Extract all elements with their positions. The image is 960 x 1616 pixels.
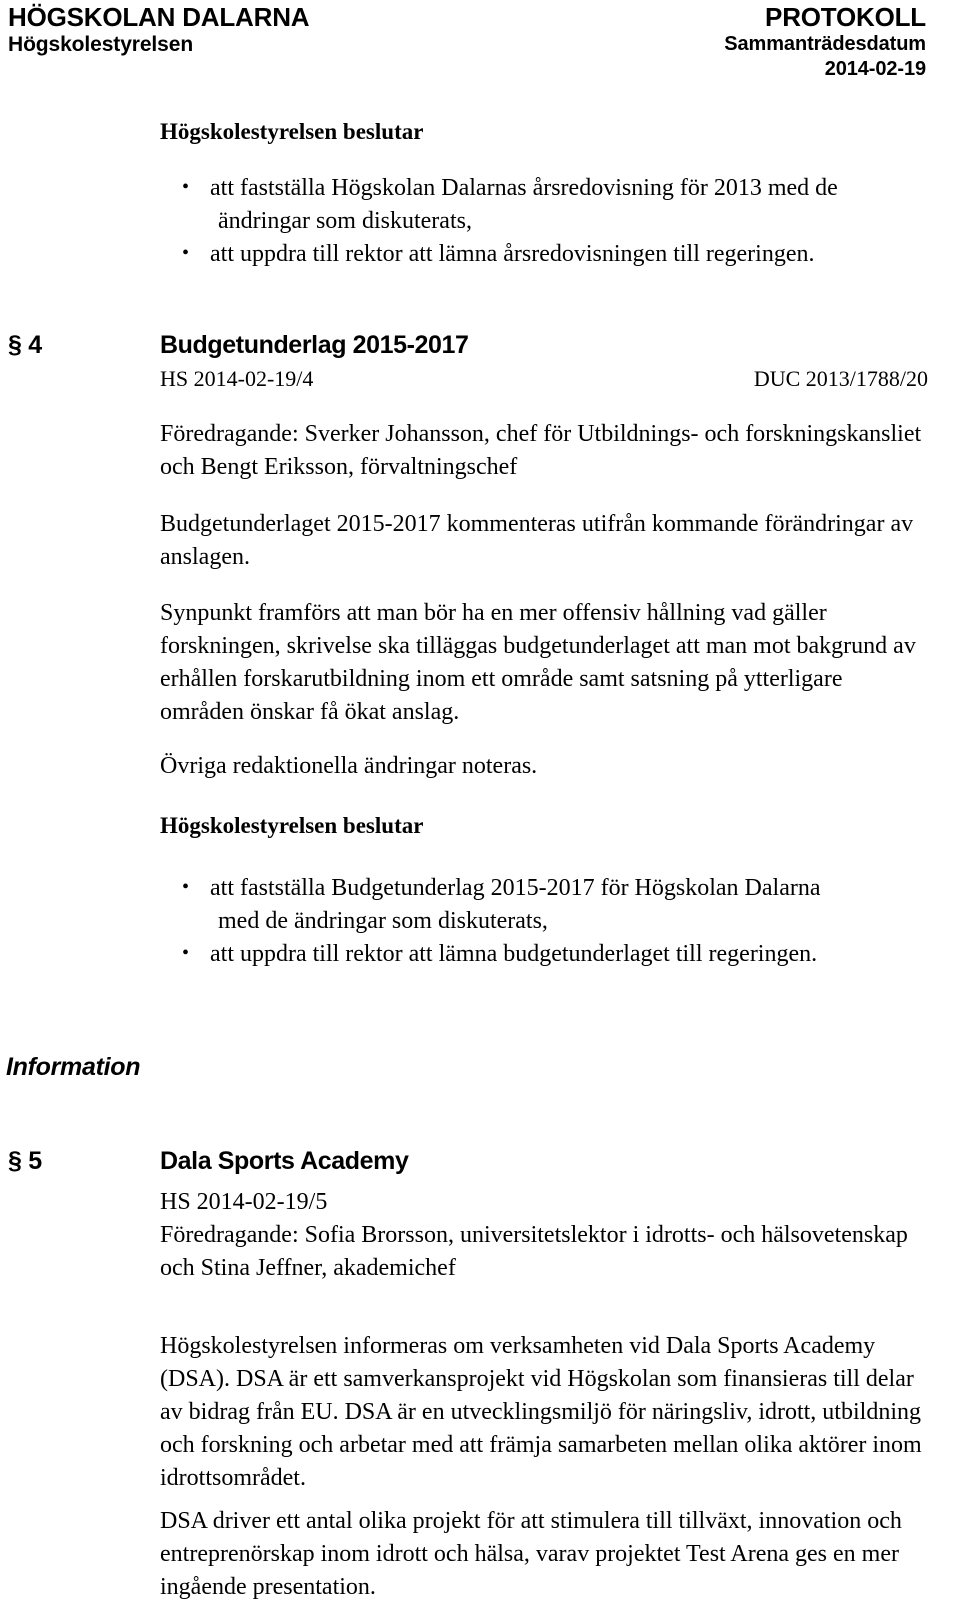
section-5-paragraph-1: Högskolestyrelsen informeras om verksamh… [160,1333,922,1491]
section-4-ref-number: HS 2014-02-19/4 [160,366,314,391]
list-item: att fastställa Högskolan Dalarnas årsred… [160,171,928,238]
section-title-4: Budgetunderlag 2015-2017 [160,331,469,359]
top-decision-list: att fastställa Högskolan Dalarnas årsred… [160,171,928,271]
information-heading: Information [6,1053,141,1081]
section-4-presenter: Föredragande: Sverker Johansson, chef fö… [160,421,922,480]
list-item: att fastställa Budgetunderlag 2015-2017 … [160,871,928,938]
list-item: att uppdra till rektor att lämna årsredo… [160,237,928,271]
document-type: PROTOKOLL [765,2,926,32]
decision-text-line: att fastställa Budgetunderlag 2015-2017 … [210,875,821,901]
section-4-decision-heading-wrap: Högskolestyrelsen beslutar [160,812,928,840]
section-4-paragraph-1: Budgetunderlaget 2015-2017 kommenteras u… [160,511,914,570]
section-marker-5: § 5 [8,1147,42,1175]
section-4-duc-number: DUC 2013/1788/20 [753,366,928,391]
organisation-name: HÖGSKOLAN DALARNA [8,2,310,32]
section-4-decision-list: att fastställa Budgetunderlag 2015-2017 … [160,871,928,971]
organisation-unit: Högskolestyrelsen [8,33,194,56]
decision-text-line: med de ändringar som diskuterats, [218,908,548,934]
decision-text-line: att uppdra till rektor att lämna budgetu… [210,941,818,967]
section-5-presenter: Föredragande: Sofia Brorsson, universite… [160,1222,908,1281]
section-4-paragraph-2: Synpunkt framförs att man bör ha en mer … [160,600,916,725]
decision-text-line: att fastställa Högskolan Dalarnas årsred… [210,175,838,201]
protocol-page: HÖGSKOLAN DALARNA Högskolestyrelsen PROT… [0,0,960,1616]
header-right-block: PROTOKOLL Sammanträdesdatum 2014-02-19 [506,2,926,82]
decision-text-line: ändringar som diskuterats, [218,208,472,234]
document-header: HÖGSKOLAN DALARNA Högskolestyrelsen PROT… [0,0,960,96]
list-item: att uppdra till rektor att lämna budgetu… [160,937,928,971]
top-decision-heading-wrap: Högskolestyrelsen beslutar [160,118,928,146]
section-marker-4: § 4 [8,331,42,359]
header-left-block: HÖGSKOLAN DALARNA Högskolestyrelsen [8,2,528,58]
section-5-paragraph-2: DSA driver ett antal olika projekt för a… [160,1508,902,1600]
section-4-paragraph-3: Övriga redaktionella ändringar noteras. [160,753,538,779]
meeting-date-label: Sammanträdesdatum [724,33,926,55]
decision-heading: Högskolestyrelsen beslutar [160,813,424,838]
meeting-date: 2014-02-19 [824,58,926,80]
decision-heading: Högskolestyrelsen beslutar [160,119,424,144]
decision-text-line: att uppdra till rektor att lämna årsredo… [210,241,815,267]
section-5-ref-number: HS 2014-02-19/5 [160,1189,328,1215]
section-title-5: Dala Sports Academy [160,1147,409,1175]
section-4-reference-row: HS 2014-02-19/4 DUC 2013/1788/20 [160,365,928,393]
